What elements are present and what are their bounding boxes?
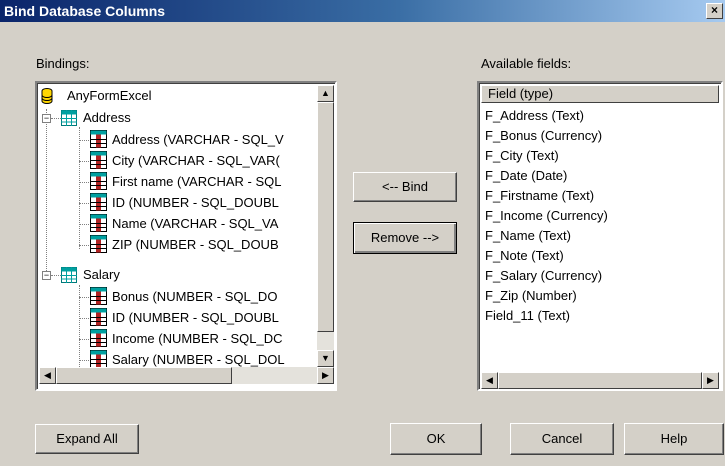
scroll-left-button[interactable]: ◀ bbox=[481, 372, 498, 389]
scroll-thumb[interactable] bbox=[317, 102, 334, 332]
list-item[interactable]: F_Firstname (Text) bbox=[485, 186, 594, 206]
bind-button[interactable]: <-- Bind bbox=[353, 172, 457, 202]
tree-field-label: Name (VARCHAR - SQL_VA bbox=[112, 216, 279, 231]
salary-expander[interactable]: − bbox=[42, 271, 51, 280]
close-icon: × bbox=[710, 3, 718, 17]
field-column-icon bbox=[90, 214, 107, 232]
table-icon bbox=[61, 267, 77, 283]
tree-horizontal-scrollbar[interactable]: ◀ ▶ bbox=[39, 367, 334, 384]
tree-root-label: AnyFormExcel bbox=[67, 88, 152, 103]
expand-all-button[interactable]: Expand All bbox=[35, 424, 139, 454]
remove-button[interactable]: Remove --> bbox=[353, 222, 457, 254]
tree-line bbox=[51, 118, 61, 120]
tree-line bbox=[79, 297, 89, 299]
arrow-down-icon: ▼ bbox=[321, 353, 330, 363]
help-button[interactable]: Help bbox=[624, 423, 724, 455]
field-column-icon bbox=[90, 151, 107, 169]
tree-field-label: ZIP (NUMBER - SQL_DOUB bbox=[112, 237, 279, 252]
database-icon bbox=[41, 88, 53, 104]
arrow-up-icon: ▲ bbox=[321, 88, 330, 98]
tree-table-label: Address bbox=[83, 110, 131, 125]
table-icon bbox=[61, 110, 77, 126]
tree-line bbox=[79, 360, 89, 362]
tree-vertical-scrollbar[interactable]: ▲ ▼ bbox=[317, 85, 334, 367]
field-column-icon bbox=[90, 350, 107, 368]
scroll-right-button[interactable]: ▶ bbox=[702, 372, 719, 389]
tree-line bbox=[79, 127, 81, 249]
field-column-icon bbox=[90, 193, 107, 211]
tree-field-label: Income (NUMBER - SQL_DC bbox=[112, 331, 283, 346]
tree-line bbox=[51, 275, 61, 277]
scroll-thumb[interactable] bbox=[56, 367, 232, 384]
available-fields-label: Available fields: bbox=[481, 56, 572, 71]
tree-line bbox=[79, 339, 89, 341]
field-column-icon bbox=[90, 287, 107, 305]
scroll-thumb[interactable] bbox=[498, 372, 702, 389]
tree-line bbox=[46, 109, 48, 273]
arrow-right-icon: ▶ bbox=[322, 370, 329, 380]
list-item[interactable]: F_Income (Currency) bbox=[485, 206, 608, 226]
tree-line bbox=[79, 224, 89, 226]
address-expander[interactable]: − bbox=[42, 114, 51, 123]
arrow-left-icon: ◀ bbox=[44, 370, 51, 380]
list-item[interactable]: F_City (Text) bbox=[485, 146, 559, 166]
scroll-left-button[interactable]: ◀ bbox=[39, 367, 56, 384]
field-column-icon bbox=[90, 130, 107, 148]
list-horizontal-scrollbar[interactable]: ◀ ▶ bbox=[481, 372, 719, 389]
bindings-label: Bindings: bbox=[36, 56, 90, 71]
field-column-icon bbox=[90, 235, 107, 253]
tree-table-label: Salary bbox=[83, 267, 120, 282]
arrow-left-icon: ◀ bbox=[486, 375, 493, 385]
field-column-icon bbox=[90, 329, 107, 347]
column-header-field-type[interactable]: Field (type) bbox=[481, 85, 719, 103]
tree-line bbox=[79, 318, 89, 320]
tree-line bbox=[79, 203, 89, 205]
close-button[interactable]: × bbox=[706, 3, 723, 19]
tree-field-label: Bonus (NUMBER - SQL_DO bbox=[112, 289, 278, 304]
tree-line bbox=[79, 245, 89, 247]
list-item[interactable]: F_Name (Text) bbox=[485, 226, 571, 246]
ok-button[interactable]: OK bbox=[390, 423, 482, 455]
title-bar: Bind Database Columns × bbox=[0, 0, 725, 22]
list-item[interactable]: Field_11 (Text) bbox=[485, 306, 570, 326]
tree-field-label: ID (NUMBER - SQL_DOUBL bbox=[112, 310, 279, 325]
arrow-right-icon: ▶ bbox=[707, 375, 714, 385]
tree-field-label: ID (NUMBER - SQL_DOUBL bbox=[112, 195, 279, 210]
field-column-icon bbox=[90, 308, 107, 326]
tree-line bbox=[79, 161, 89, 163]
window-title: Bind Database Columns bbox=[4, 3, 166, 19]
scroll-up-button[interactable]: ▲ bbox=[317, 85, 334, 102]
tree-field-label: First name (VARCHAR - SQL bbox=[112, 174, 282, 189]
list-item[interactable]: F_Bonus (Currency) bbox=[485, 126, 602, 146]
scroll-right-button[interactable]: ▶ bbox=[317, 367, 334, 384]
list-item[interactable]: F_Zip (Number) bbox=[485, 286, 577, 306]
list-item[interactable]: F_Date (Date) bbox=[485, 166, 567, 186]
tree-line bbox=[79, 140, 89, 142]
tree-field-label: Address (VARCHAR - SQL_V bbox=[112, 132, 284, 147]
bindings-tree[interactable]: AnyFormExcel − Address Address (VARCHAR … bbox=[35, 81, 337, 391]
field-column-icon bbox=[90, 172, 107, 190]
available-fields-list[interactable]: Field (type) F_Address (Text) F_Bonus (C… bbox=[477, 81, 723, 391]
tree-line bbox=[79, 182, 89, 184]
list-item[interactable]: F_Note (Text) bbox=[485, 246, 564, 266]
tree-field-label: City (VARCHAR - SQL_VAR( bbox=[112, 153, 280, 168]
cancel-button[interactable]: Cancel bbox=[510, 423, 614, 455]
scroll-down-button[interactable]: ▼ bbox=[317, 350, 334, 367]
list-item[interactable]: F_Salary (Currency) bbox=[485, 266, 602, 286]
list-item[interactable]: F_Address (Text) bbox=[485, 106, 584, 126]
